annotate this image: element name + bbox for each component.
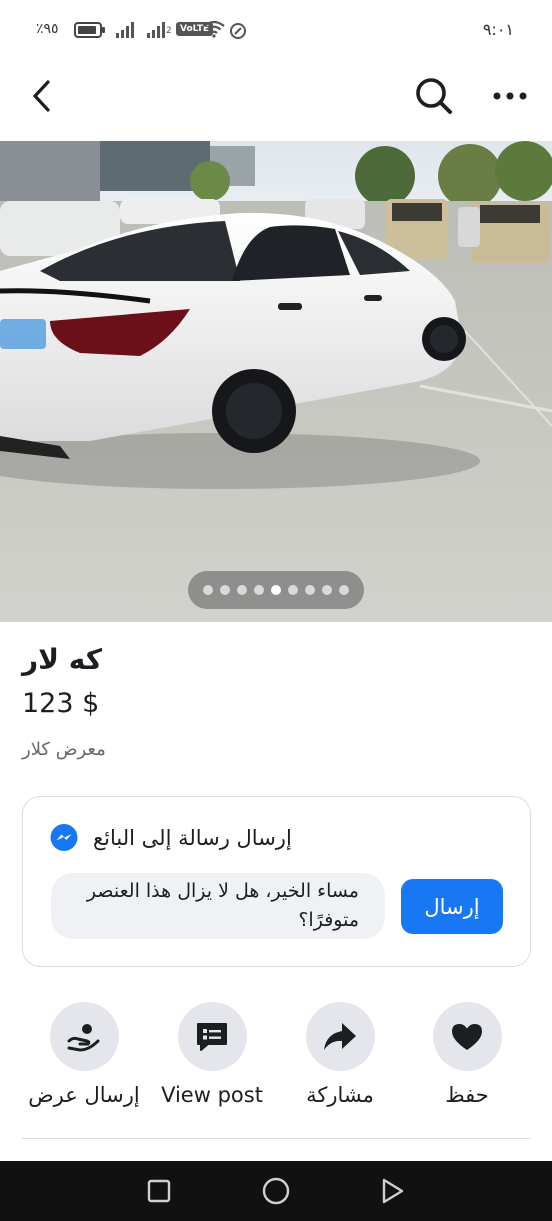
image-pager[interactable] (188, 571, 364, 609)
share-circle (305, 1002, 375, 1071)
sim2-label: 2 (166, 26, 172, 36)
save-button[interactable]: حفظ (397, 1002, 537, 1107)
heart-icon (452, 1023, 482, 1050)
pager-dot[interactable] (220, 585, 230, 595)
search-button[interactable] (412, 74, 456, 118)
wifi-icon (203, 20, 225, 38)
message-input[interactable]: مساء الخير، هل لا يزال هذا العنصر متوفرً… (51, 873, 385, 939)
send-button[interactable]: إرسال (401, 879, 503, 934)
car-photo-illustration (0, 141, 552, 622)
make-offer-label: إرسال عرض (28, 1083, 140, 1107)
recents-button[interactable] (143, 1175, 175, 1207)
message-seller-label: إرسال رسالة إلى البائع (93, 826, 292, 850)
share-icon (324, 1022, 356, 1050)
messenger-icon (50, 824, 78, 851)
make-offer-icon (67, 1023, 100, 1052)
view-post-circle (177, 1002, 247, 1071)
pager-dot[interactable] (203, 585, 213, 595)
save-circle (432, 1002, 502, 1071)
make-offer-button[interactable]: إرسال عرض (14, 1002, 154, 1107)
signal-icon-sim2 (147, 22, 165, 38)
listing-title: كه لار (22, 643, 102, 676)
seller-name[interactable]: معرض كلار (22, 739, 106, 760)
clock: ٩:٠١ (482, 20, 514, 39)
system-back-button[interactable] (377, 1175, 409, 1207)
pager-dot[interactable] (305, 585, 315, 595)
more-horizontal-icon (493, 92, 527, 100)
home-button[interactable] (260, 1175, 292, 1207)
listing-photo[interactable] (0, 141, 552, 622)
listing-price: 123 $ (22, 688, 100, 719)
save-label: حفظ (445, 1083, 489, 1107)
more-options-button[interactable] (490, 76, 530, 116)
search-icon (416, 78, 452, 114)
share-button[interactable]: مشاركة (270, 1002, 410, 1107)
battery-percent: ٪٩٥ (36, 21, 59, 37)
square-icon (147, 1179, 171, 1203)
battery-cap (102, 27, 105, 33)
pager-dot[interactable] (339, 585, 349, 595)
view-post-button[interactable]: View post (142, 1002, 282, 1107)
top-nav (0, 60, 552, 140)
view-post-label: View post (161, 1083, 263, 1107)
back-button[interactable] (22, 76, 62, 116)
circle-icon (262, 1177, 290, 1205)
divider (22, 1138, 531, 1139)
pager-dot[interactable] (271, 585, 281, 595)
post-icon (197, 1022, 227, 1051)
message-seller-header: إرسال رسالة إلى البائع (49, 823, 292, 853)
share-label: مشاركة (306, 1083, 374, 1107)
battery-icon (74, 22, 102, 38)
status-bar: ٪٩٥ 2 VoLTE ٩:٠١ (0, 0, 552, 60)
message-seller-card: إرسال رسالة إلى البائع مساء الخير، هل لا… (22, 796, 531, 967)
pager-dot[interactable] (254, 585, 264, 595)
pager-dot[interactable] (237, 585, 247, 595)
action-row: إرسال عرض View post مشاركة حفظ (0, 1002, 552, 1122)
make-offer-circle (49, 1002, 119, 1071)
triangle-back-icon (382, 1178, 404, 1204)
pager-dot[interactable] (288, 585, 298, 595)
system-nav-bar (0, 1161, 552, 1221)
chevron-left-icon (33, 80, 50, 112)
pager-dot[interactable] (322, 585, 332, 595)
data-saver-icon (230, 23, 246, 39)
signal-icon (116, 22, 134, 38)
